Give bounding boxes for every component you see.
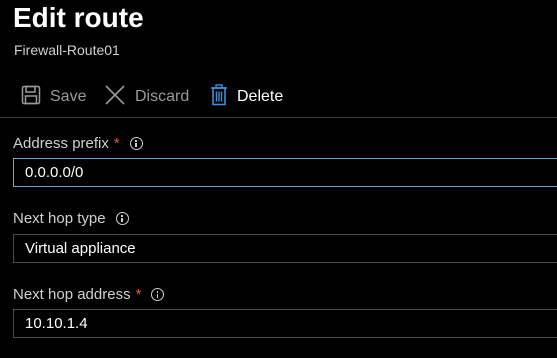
discard-label: Discard xyxy=(135,88,190,105)
page-subtitle: Firewall-Route01 xyxy=(14,42,120,58)
next-hop-type-dropdown[interactable]: Virtual appliance xyxy=(13,234,557,263)
required-marker: * xyxy=(113,135,120,152)
discard-button[interactable]: Discard xyxy=(104,80,189,114)
next-hop-type-value: Virtual appliance xyxy=(25,240,136,257)
next-hop-type-label-text: Next hop type xyxy=(13,210,106,227)
next-hop-address-label-text: Next hop address xyxy=(13,286,131,303)
page-title: Edit route xyxy=(13,2,144,33)
delete-label: Delete xyxy=(237,88,284,105)
required-marker: * xyxy=(135,286,142,303)
address-prefix-label-text: Address prefix xyxy=(13,135,109,152)
close-icon xyxy=(104,84,126,111)
next-hop-type-label: Next hop type xyxy=(13,210,129,227)
address-prefix-label: Address prefix * xyxy=(13,135,143,152)
info-icon[interactable] xyxy=(151,288,165,301)
save-button[interactable]: Save xyxy=(21,80,86,114)
toolbar-divider xyxy=(0,117,557,118)
trash-icon xyxy=(210,83,228,111)
info-icon[interactable] xyxy=(129,137,143,150)
command-bar: Save Discard Delete xyxy=(0,80,557,114)
save-icon xyxy=(21,85,41,110)
info-icon[interactable] xyxy=(115,212,129,225)
save-label: Save xyxy=(50,88,87,105)
next-hop-address-input[interactable] xyxy=(13,309,557,338)
next-hop-address-label: Next hop address * xyxy=(13,286,165,303)
delete-button[interactable]: Delete xyxy=(210,80,283,114)
address-prefix-input[interactable] xyxy=(13,158,557,187)
